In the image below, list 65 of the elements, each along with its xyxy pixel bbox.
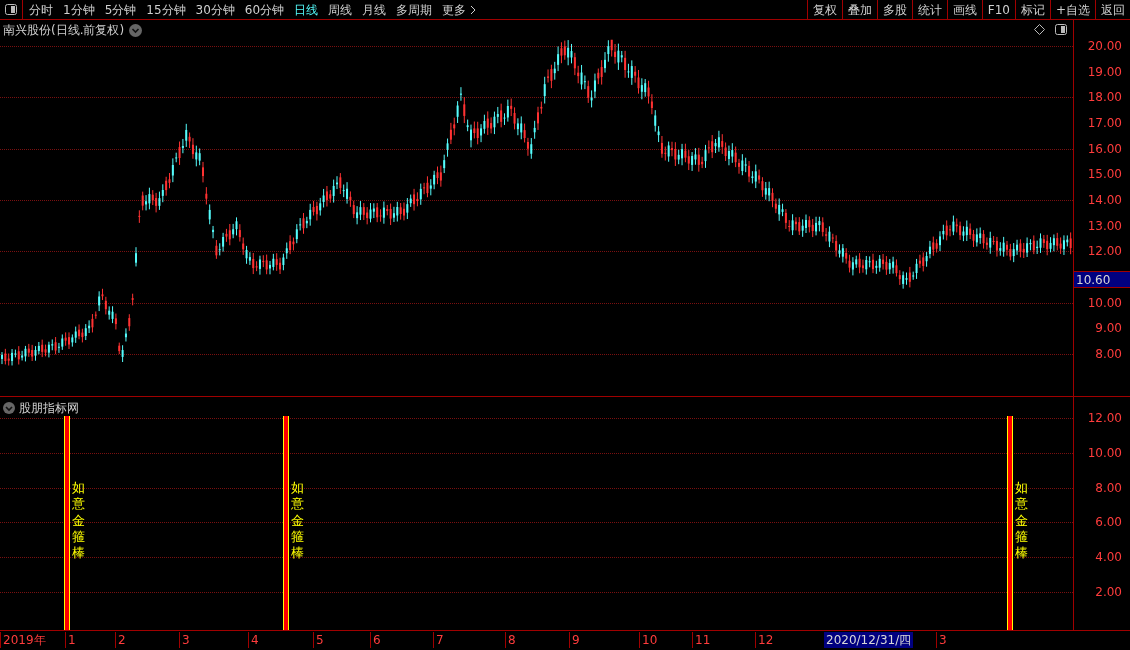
cursor-price-label: 10.60 bbox=[1074, 271, 1130, 288]
cursor-date-label: 2020/12/31/四 bbox=[824, 632, 914, 648]
period-tab[interactable]: 月线 bbox=[362, 0, 387, 19]
diamond-icon[interactable] bbox=[1034, 24, 1045, 35]
date-axis-label: 1 bbox=[65, 632, 76, 648]
date-axis-label: 7 bbox=[433, 632, 444, 648]
toolbar-button[interactable]: 画线 bbox=[946, 0, 982, 19]
price-axis-label: 19.00 bbox=[1087, 65, 1122, 78]
price-axis-label: 20.00 bbox=[1087, 40, 1122, 52]
date-axis-label: 3 bbox=[936, 632, 947, 648]
signal-label: 如意金箍棒 bbox=[72, 480, 85, 562]
dropdown-icon[interactable] bbox=[3, 402, 15, 414]
price-axis-label: 12.00 bbox=[1087, 245, 1122, 258]
panel-toggle-icon bbox=[5, 4, 17, 15]
toolbar-button[interactable]: 统计 bbox=[911, 0, 947, 19]
period-tab[interactable]: 分时 bbox=[29, 0, 53, 19]
chevron-right-icon bbox=[470, 4, 477, 15]
indicator-axis-label: 10.00 bbox=[1087, 446, 1122, 459]
toolbar-button[interactable]: 叠加 bbox=[841, 0, 877, 19]
toolbar-button[interactable]: 多股 bbox=[876, 0, 912, 19]
toolbar-button[interactable]: 标记 bbox=[1014, 0, 1050, 19]
date-axis-label: 12 bbox=[755, 632, 774, 648]
period-tab[interactable]: 60分钟 bbox=[244, 0, 285, 19]
toolbar-button[interactable]: +自选 bbox=[1049, 0, 1095, 19]
indicator-axis-label: 4.00 bbox=[1095, 551, 1122, 564]
price-axis-label: 10.00 bbox=[1087, 296, 1122, 309]
period-tab[interactable]: 5分钟 bbox=[104, 0, 137, 19]
date-axis-label: 4 bbox=[248, 632, 259, 648]
price-axis-label: 16.00 bbox=[1087, 142, 1122, 155]
date-axis-label: 9 bbox=[569, 632, 580, 648]
period-tab[interactable]: 15分钟 bbox=[146, 0, 186, 19]
price-axis-label: 14.00 bbox=[1087, 194, 1122, 206]
price-axis-label: 8.00 bbox=[1095, 348, 1122, 361]
panel-toggle-icon[interactable] bbox=[1055, 24, 1067, 35]
signal-label: 如意金箍棒 bbox=[291, 480, 304, 562]
indicator-axis-label: 8.00 bbox=[1095, 481, 1122, 494]
price-axis-label: 9.00 bbox=[1095, 322, 1122, 335]
date-axis-label: 2 bbox=[115, 632, 126, 648]
toolbar-button[interactable]: 返回 bbox=[1095, 0, 1130, 19]
date-axis-label: 10 bbox=[639, 632, 658, 648]
toolbar-button[interactable]: 复权 bbox=[806, 0, 842, 19]
chart-title: 南兴股份(日线.前复权) bbox=[3, 22, 125, 39]
period-tab[interactable]: 多周期 bbox=[396, 0, 433, 19]
price-axis-label: 15.00 bbox=[1087, 168, 1122, 181]
indicator-title: 股朋指标网 bbox=[19, 400, 79, 417]
signal-label: 如意金箍棒 bbox=[1015, 480, 1028, 562]
date-axis-label: 5 bbox=[313, 632, 324, 648]
date-axis-label: 8 bbox=[505, 632, 516, 648]
price-axis-label: 13.00 bbox=[1087, 219, 1122, 232]
period-tab[interactable]: 日线 bbox=[294, 0, 319, 19]
date-axis-label: 6 bbox=[370, 632, 381, 648]
date-axis-label: 2019年 bbox=[0, 632, 46, 648]
period-tab[interactable]: 更多 bbox=[442, 0, 467, 19]
price-axis-label: 17.00 bbox=[1087, 117, 1122, 129]
period-tab[interactable]: 1分钟 bbox=[63, 0, 95, 19]
date-axis-label: 11 bbox=[692, 632, 711, 648]
indicator-axis-label: 6.00 bbox=[1095, 516, 1122, 529]
toolbar-button[interactable]: F10 bbox=[981, 0, 1015, 19]
indicator-axis-label: 12.00 bbox=[1087, 412, 1122, 424]
date-axis-label: 3 bbox=[179, 632, 190, 648]
period-tab[interactable]: 周线 bbox=[328, 0, 353, 19]
dropdown-icon[interactable] bbox=[129, 23, 143, 37]
indicator-axis-label: 2.00 bbox=[1095, 586, 1122, 598]
price-axis-label: 18.00 bbox=[1087, 91, 1122, 104]
period-tab[interactable]: 30分钟 bbox=[195, 0, 235, 19]
